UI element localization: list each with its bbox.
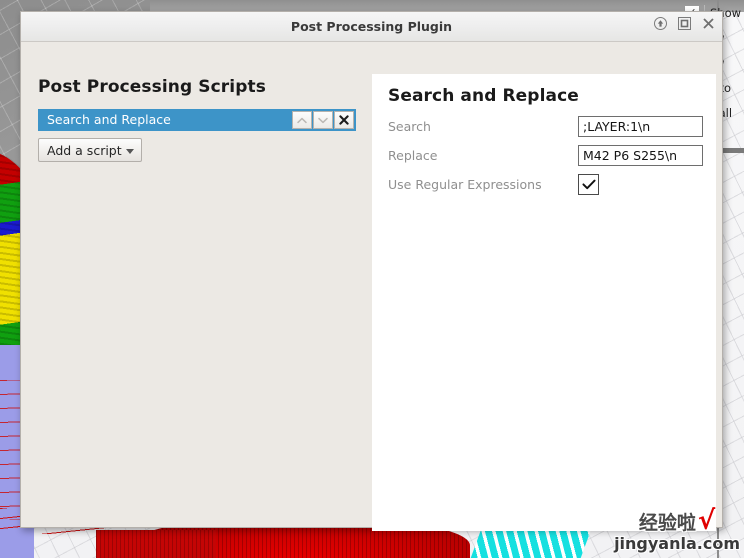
use-regular-expressions-checkbox[interactable]: [578, 174, 599, 195]
search-input[interactable]: [578, 116, 703, 137]
move-script-up-button[interactable]: [292, 111, 312, 129]
replace-field-label: Replace: [388, 148, 438, 163]
remove-script-button[interactable]: [334, 111, 354, 129]
script-list-item-label: Search and Replace: [47, 112, 171, 127]
script-list-item-search-and-replace[interactable]: Search and Replace: [38, 109, 356, 131]
replace-input[interactable]: [578, 145, 703, 166]
add-a-script-label: Add a script: [47, 142, 122, 158]
add-a-script-button[interactable]: Add a script: [38, 138, 142, 162]
watermark-check-icon: √: [697, 506, 716, 536]
post-processing-plugin-dialog[interactable]: Post Processing Plugin Post Processing S…: [20, 11, 723, 531]
script-settings-heading: Search and Replace: [388, 86, 579, 106]
site-watermark: 经验啦√ jingyanla.com: [614, 508, 740, 552]
search-field-label: Search: [388, 119, 431, 134]
move-script-down-button[interactable]: [313, 111, 333, 129]
watermark-url: jingyanla.com: [614, 534, 740, 553]
model-skirt-red-secondary: [96, 530, 216, 558]
window-controls[interactable]: [653, 16, 716, 31]
watermark-chinese-text: 经验啦: [638, 512, 696, 534]
script-settings-fields: Search Replace Use Regular Expressions: [388, 116, 703, 195]
watermark-top-line: 经验啦√: [614, 508, 740, 534]
chevron-down-icon: [125, 148, 134, 154]
dialog-title: Post Processing Plugin: [290, 19, 453, 34]
script-settings-pane: Search and Replace Search Replace Use Re…: [372, 74, 716, 531]
dialog-body: Post Processing Scripts Search and Repla…: [21, 42, 722, 531]
dialog-titlebar[interactable]: Post Processing Plugin: [21, 12, 722, 42]
close-button[interactable]: [701, 16, 716, 31]
scripts-pane-heading: Post Processing Scripts: [38, 77, 266, 97]
use-regular-expressions-label: Use Regular Expressions: [388, 177, 542, 192]
maximize-button[interactable]: [677, 16, 692, 31]
post-processing-scripts-pane: Post Processing Scripts Search and Repla…: [38, 77, 368, 162]
check-icon: [581, 179, 596, 190]
shade-button[interactable]: [653, 16, 668, 31]
